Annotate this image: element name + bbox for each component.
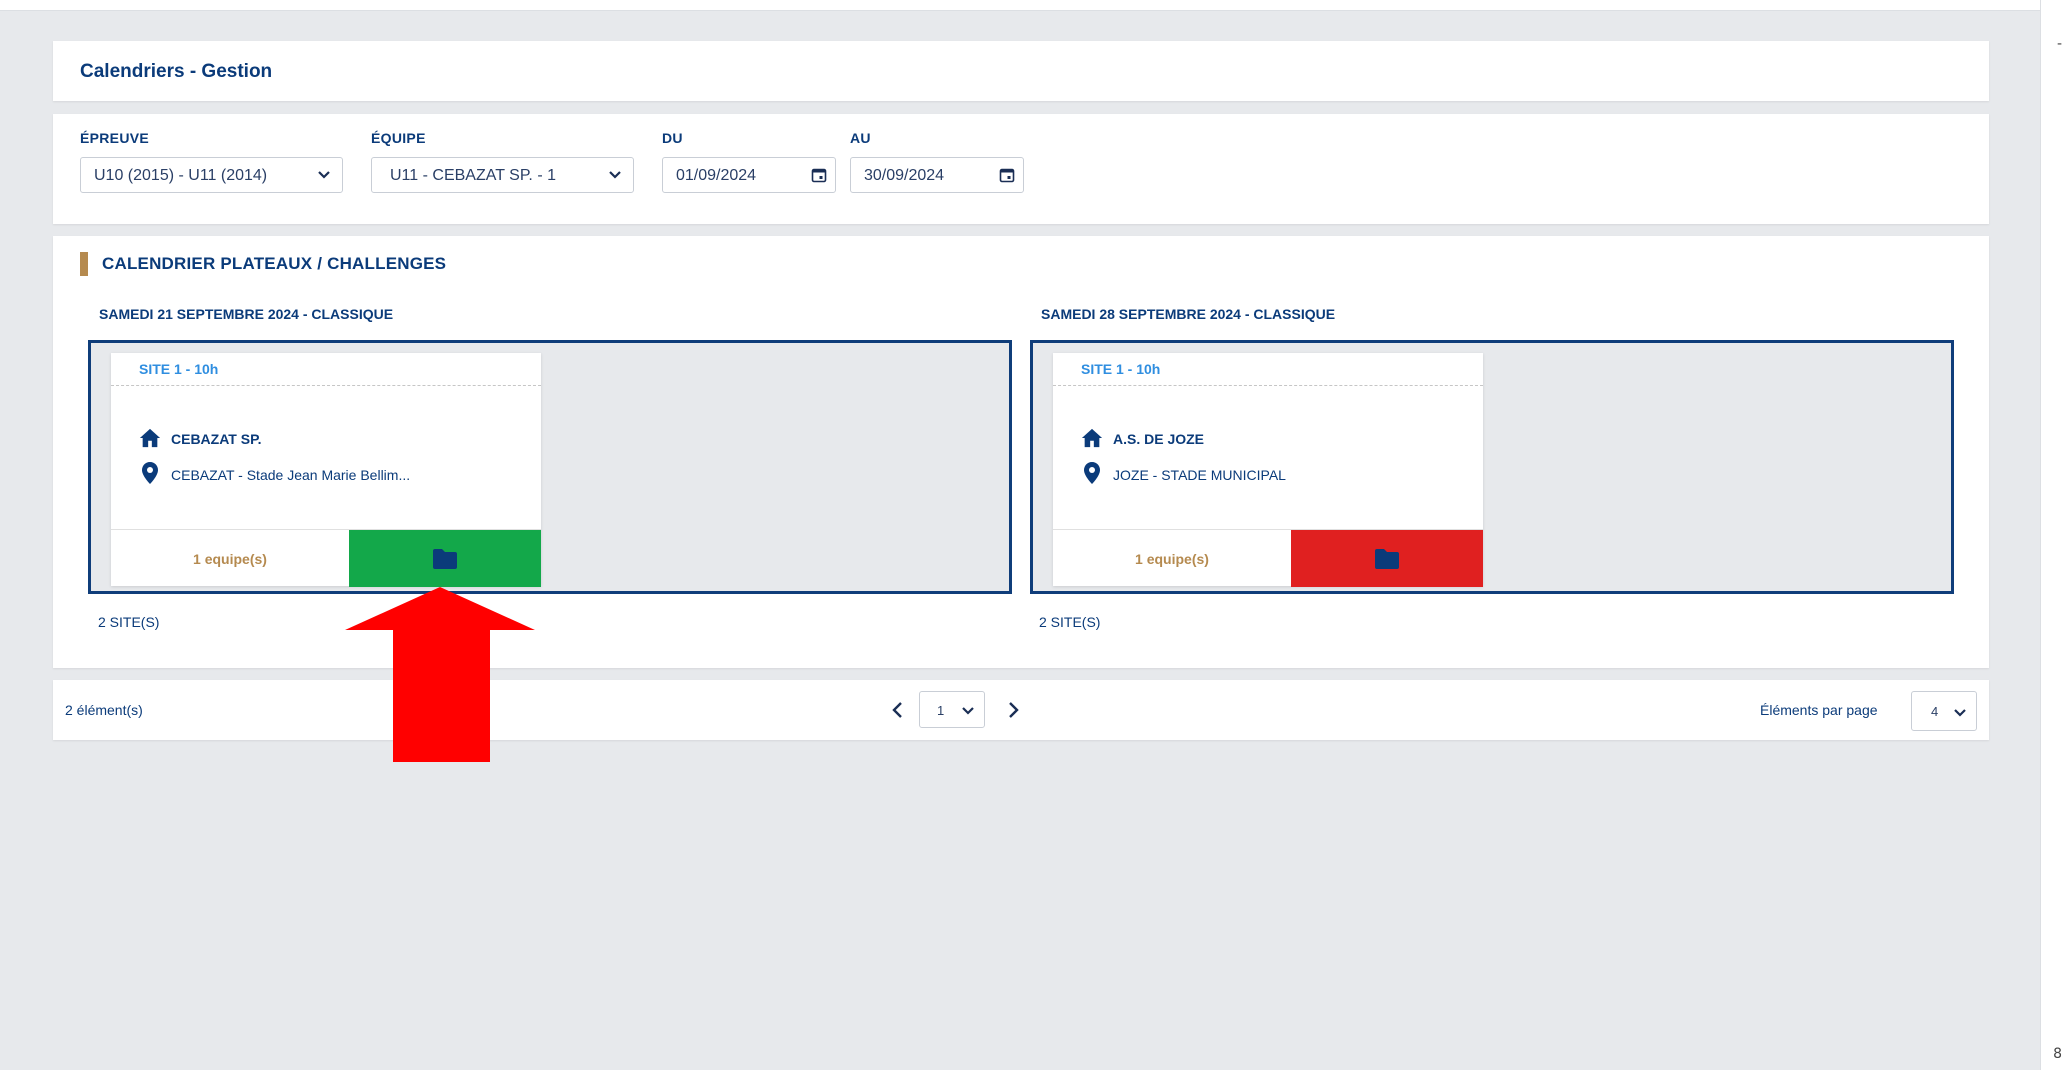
scroll-mark-top: -	[2056, 36, 2062, 52]
chevron-down-icon	[962, 707, 974, 715]
day-title: SAMEDI 28 SEPTEMBRE 2024 - CLASSIQUE	[1041, 306, 1336, 322]
day-frame: SITE 1 - 10h A.S. DE JOZE JOZE - STADE M…	[1030, 340, 1954, 594]
epreuve-label: ÉPREUVE	[80, 130, 150, 146]
folder-icon	[1375, 548, 1399, 569]
au-date-input[interactable]: 30/09/2024	[850, 157, 1024, 193]
site-footer: 1 equipe(s)	[111, 529, 541, 587]
epreuve-value: U10 (2015) - U11 (2014)	[94, 167, 268, 184]
chevron-down-icon	[1954, 709, 1966, 717]
chevron-down-icon	[609, 171, 621, 179]
au-value: 30/09/2024	[864, 167, 945, 184]
sites-count: 2 SITE(S)	[98, 614, 160, 630]
equipe-select[interactable]: U11 - CEBAZAT SP. - 1	[371, 157, 634, 193]
location-name: CEBAZAT - Stade Jean Marie Bellim...	[171, 467, 411, 483]
site-card: SITE 1 - 10h CEBAZAT SP. CEBAZAT - Stade…	[111, 353, 541, 587]
home-icon	[139, 428, 161, 448]
per-page-select[interactable]: 4	[1911, 691, 1977, 731]
du-label: DU	[662, 130, 683, 146]
du-date-input[interactable]: 01/09/2024	[662, 157, 836, 193]
site-header-label: SITE 1 - 10h	[139, 361, 219, 377]
chevron-left-icon[interactable]	[886, 698, 910, 722]
site-card: SITE 1 - 10h A.S. DE JOZE JOZE - STADE M…	[1053, 353, 1483, 587]
calendar-icon[interactable]	[811, 167, 827, 183]
club-name: A.S. DE JOZE	[1113, 431, 1205, 447]
per-page-label: Éléments par page	[1760, 702, 1878, 718]
section-title: CALENDRIER PLATEAUX / CHALLENGES	[102, 254, 447, 273]
teams-count: 1 equipe(s)	[193, 550, 267, 567]
page-title: Calendriers - Gestion	[80, 61, 273, 82]
calendar-card: CALENDRIER PLATEAUX / CHALLENGES SAMEDI …	[53, 236, 1989, 668]
equipe-value: U11 - CEBAZAT SP. - 1	[390, 167, 556, 184]
location-name: JOZE - STADE MUNICIPAL	[1113, 467, 1286, 483]
site-header: SITE 1 - 10h	[1053, 353, 1483, 386]
vertical-scrollbar[interactable]: - 8	[2040, 0, 2067, 1070]
site-header: SITE 1 - 10h	[111, 353, 541, 386]
calendar-icon[interactable]	[999, 167, 1015, 183]
scroll-mark-bottom: 8	[2053, 1046, 2062, 1062]
home-icon	[1081, 428, 1103, 448]
red-arrow-icon	[345, 587, 535, 762]
chevron-right-icon[interactable]	[1001, 698, 1025, 722]
club-name: CEBAZAT SP.	[171, 431, 262, 447]
folder-icon	[433, 548, 457, 569]
day-title: SAMEDI 21 SEPTEMBRE 2024 - CLASSIQUE	[99, 306, 394, 322]
teams-count: 1 equipe(s)	[1135, 550, 1209, 567]
pagination-bar: 2 élément(s) 1 Éléments par page 4	[53, 680, 1989, 740]
sites-count: 2 SITE(S)	[1039, 614, 1101, 630]
title-card: Calendriers - Gestion	[53, 41, 1989, 101]
equipe-label: ÉQUIPE	[371, 130, 426, 146]
au-label: AU	[850, 130, 871, 146]
page-select[interactable]: 1	[919, 691, 985, 728]
map-pin-icon	[142, 462, 158, 484]
elements-count: 2 élément(s)	[65, 702, 143, 718]
folder-button[interactable]	[349, 530, 541, 587]
filter-card: ÉPREUVE U10 (2015) - U11 (2014) ÉQUIPE U…	[53, 114, 1989, 224]
chevron-down-icon	[318, 171, 330, 179]
page-value: 1	[937, 703, 945, 718]
site-footer: 1 equipe(s)	[1053, 529, 1483, 587]
map-pin-icon	[1084, 462, 1100, 484]
per-page-value: 4	[1931, 704, 1939, 719]
site-header-label: SITE 1 - 10h	[1081, 361, 1161, 377]
du-value: 01/09/2024	[676, 167, 757, 184]
section-accent-bar	[80, 252, 88, 276]
day-frame: SITE 1 - 10h CEBAZAT SP. CEBAZAT - Stade…	[88, 340, 1012, 594]
folder-button[interactable]	[1291, 530, 1483, 587]
epreuve-select[interactable]: U10 (2015) - U11 (2014)	[80, 157, 343, 193]
top-border	[0, 0, 2040, 11]
